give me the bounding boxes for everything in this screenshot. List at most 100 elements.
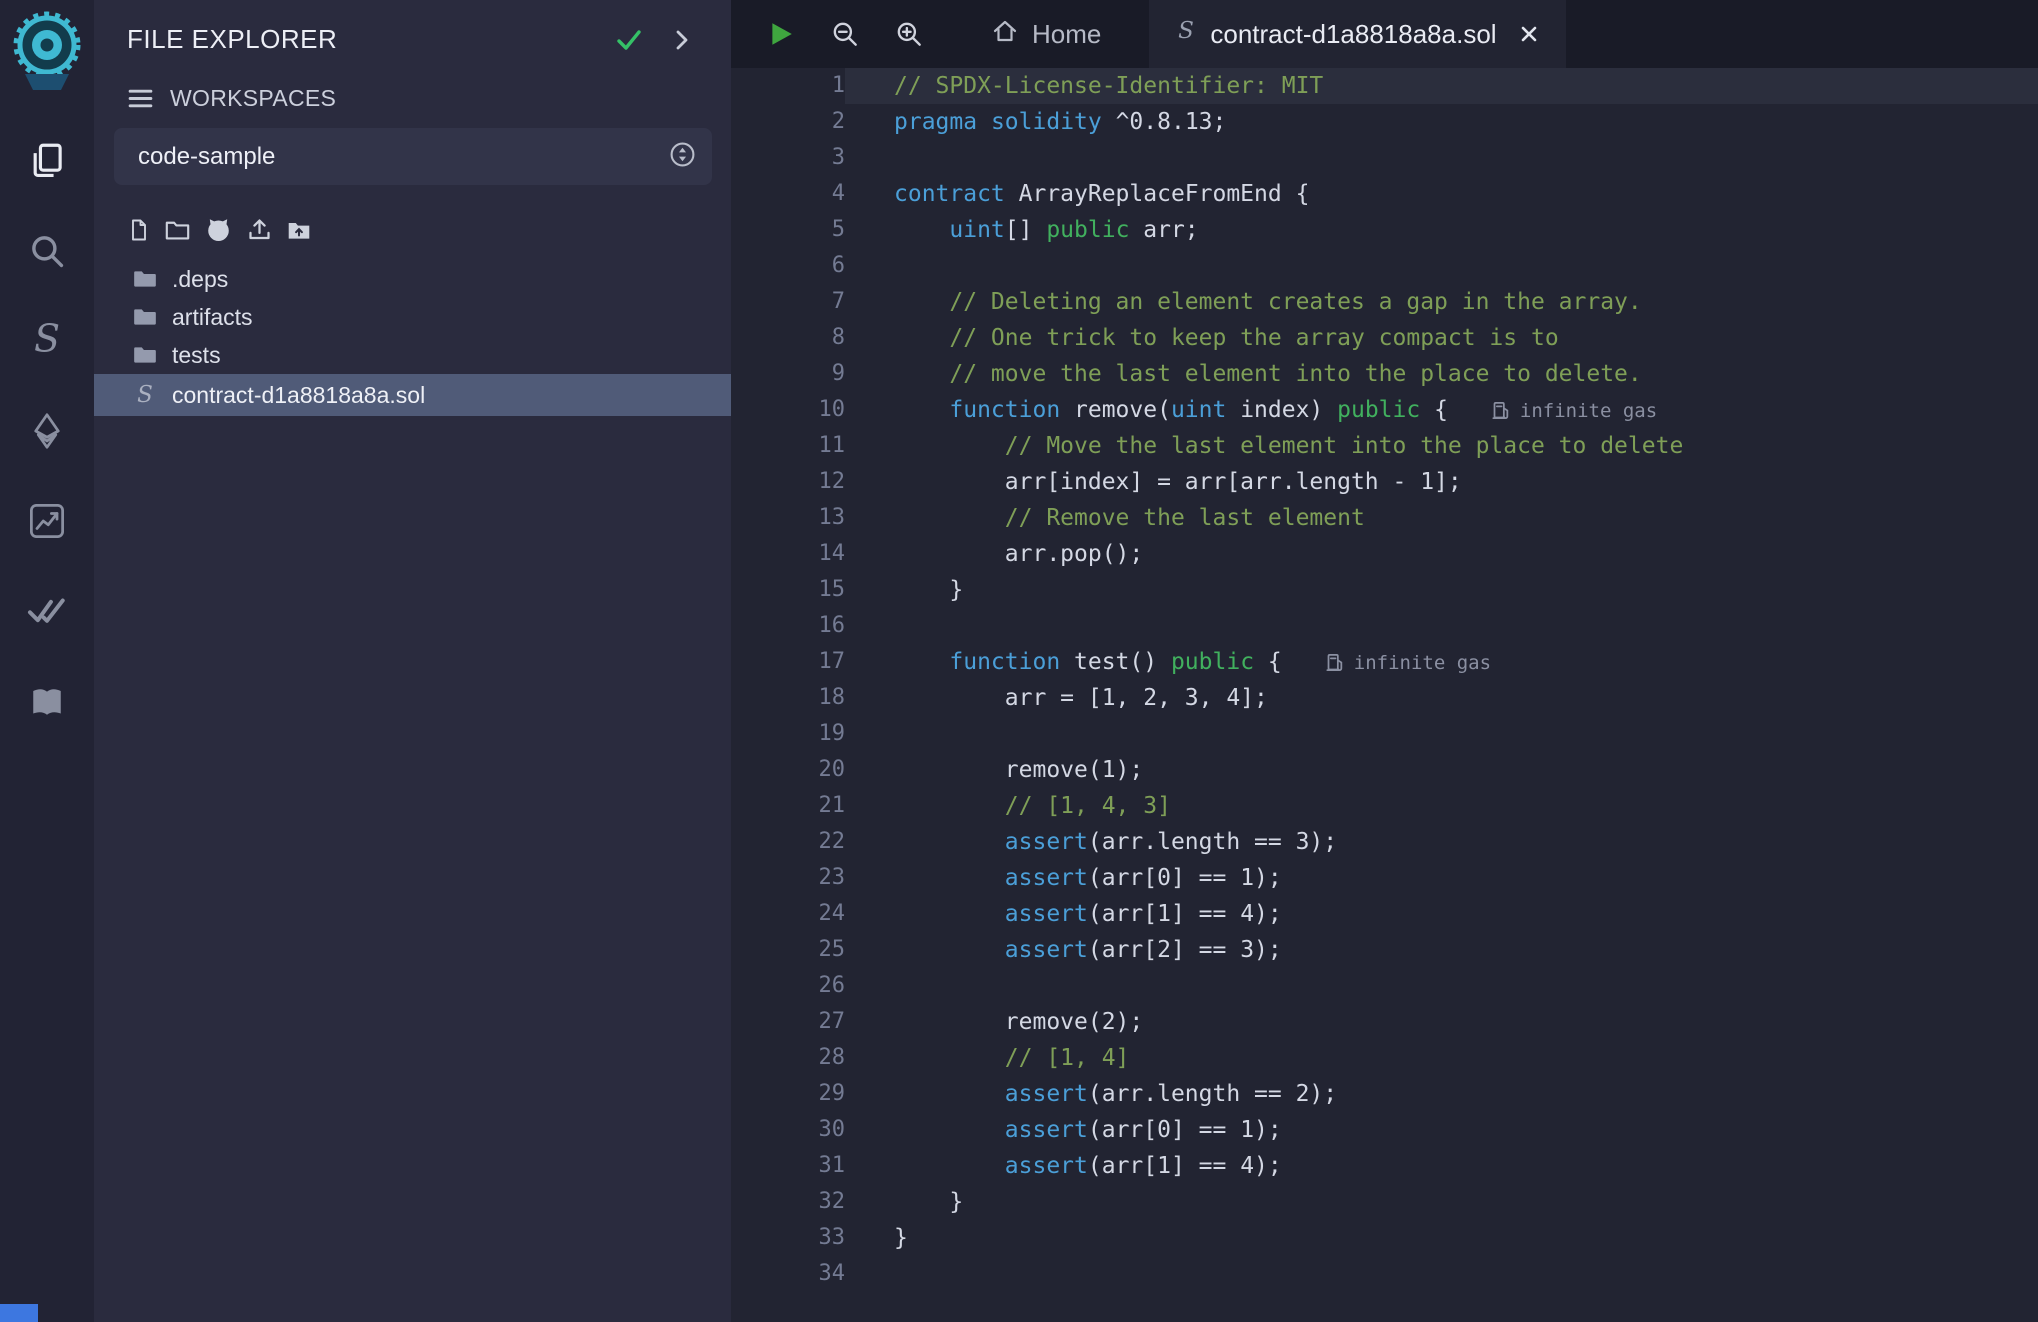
tab-contract-file[interactable]: S contract-d1a8818a8a.sol	[1149, 0, 1565, 68]
tab-home[interactable]: Home	[967, 0, 1125, 68]
code-line-content[interactable]: contract ArrayReplaceFromEnd {	[845, 176, 2038, 212]
code-line-content[interactable]: // Move the last element into the place …	[845, 428, 2038, 464]
code-line-content[interactable]: assert(arr[0] == 1);	[845, 1112, 2038, 1148]
code-line-content[interactable]: assert(arr.length == 2);	[845, 1076, 2038, 1112]
code-line-content[interactable]: assert(arr[0] == 1);	[845, 860, 2038, 896]
code-line[interactable]: 21 // [1, 4, 3]	[731, 788, 2038, 824]
code-line-content[interactable]: }	[845, 572, 2038, 608]
code-line[interactable]: 14 arr.pop();	[731, 536, 2038, 572]
remix-logo-icon[interactable]	[7, 8, 87, 99]
folder-item-deps[interactable]: .deps	[94, 260, 731, 298]
zoom-out-icon[interactable]	[817, 0, 873, 68]
svg-text:S: S	[1178, 18, 1194, 44]
folder-item-artifacts[interactable]: artifacts	[94, 298, 731, 336]
code-line[interactable]: 23 assert(arr[0] == 1);	[731, 860, 2038, 896]
folder-label: tests	[172, 342, 221, 369]
code-line-content[interactable]: arr.pop();	[845, 536, 2038, 572]
code-line-content[interactable]: assert(arr.length == 3);	[845, 824, 2038, 860]
code-line-content[interactable]: assert(arr[1] == 4);	[845, 896, 2038, 932]
analytics-rail-icon[interactable]	[25, 499, 69, 543]
code-line[interactable]: 16	[731, 608, 2038, 644]
code-line-content[interactable]: }	[845, 1220, 2038, 1256]
new-folder-icon[interactable]	[164, 216, 191, 243]
code-line[interactable]: 12 arr[index] = arr[arr.length - 1];	[731, 464, 2038, 500]
zoom-in-icon[interactable]	[881, 0, 937, 68]
code-line[interactable]: 6	[731, 248, 2038, 284]
unit-testing-rail-icon[interactable]	[25, 589, 69, 633]
code-line[interactable]: 29 assert(arr.length == 2);	[731, 1076, 2038, 1112]
code-line-content[interactable]: remove(2);	[845, 1004, 2038, 1040]
code-line-content[interactable]: arr = [1, 2, 3, 4];	[845, 680, 2038, 716]
code-line-content[interactable]: remove(1);	[845, 752, 2038, 788]
code-line[interactable]: 15 }	[731, 572, 2038, 608]
code-line[interactable]: 2pragma solidity ^0.8.13;	[731, 104, 2038, 140]
workspace-select[interactable]: code-sample	[114, 128, 712, 185]
code-line-content[interactable]	[845, 716, 2038, 752]
code-line[interactable]: 13 // Remove the last element	[731, 500, 2038, 536]
code-line-content[interactable]: // Deleting an element creates a gap in …	[845, 284, 2038, 320]
new-file-icon[interactable]	[127, 217, 151, 243]
solidity-compiler-rail-icon[interactable]: S	[25, 319, 69, 363]
upload-file-icon[interactable]	[246, 216, 273, 243]
close-tab-icon[interactable]	[1518, 23, 1540, 45]
code-line-content[interactable]: }	[845, 1184, 2038, 1220]
code-line[interactable]: 7 // Deleting an element creates a gap i…	[731, 284, 2038, 320]
code-line[interactable]: 20 remove(1);	[731, 752, 2038, 788]
code-line[interactable]: 1// SPDX-License-Identifier: MIT	[731, 68, 2038, 104]
github-icon[interactable]	[204, 215, 233, 244]
code-line-content[interactable]: arr[index] = arr[arr.length - 1];	[845, 464, 2038, 500]
file-explorer-rail-icon[interactable]	[25, 139, 69, 183]
code-line[interactable]: 31 assert(arr[1] == 4);	[731, 1148, 2038, 1184]
code-line[interactable]: 17 function test() public {infinite gas	[731, 644, 2038, 680]
code-line[interactable]: 22 assert(arr.length == 3);	[731, 824, 2038, 860]
check-icon[interactable]	[615, 26, 643, 54]
gas-badge: infinite gas	[1326, 645, 1491, 681]
code-line-content[interactable]: pragma solidity ^0.8.13;	[845, 104, 2038, 140]
plugin-manager-rail-icon[interactable]	[25, 679, 69, 723]
code-line[interactable]: 11 // Move the last element into the pla…	[731, 428, 2038, 464]
code-line[interactable]: 30 assert(arr[0] == 1);	[731, 1112, 2038, 1148]
code-line-content[interactable]: // Remove the last element	[845, 500, 2038, 536]
code-line[interactable]: 24 assert(arr[1] == 4);	[731, 896, 2038, 932]
code-line-content[interactable]: assert(arr[1] == 4);	[845, 1148, 2038, 1184]
code-line-content[interactable]	[845, 968, 2038, 1004]
code-line-content[interactable]: // move the last element into the place …	[845, 356, 2038, 392]
code-line-content[interactable]: // [1, 4, 3]	[845, 788, 2038, 824]
code-line[interactable]: 27 remove(2);	[731, 1004, 2038, 1040]
file-item-contract[interactable]: S contract-d1a8818a8a.sol	[94, 374, 731, 416]
code-line-content[interactable]	[845, 140, 2038, 176]
code-line[interactable]: 34	[731, 1256, 2038, 1292]
code-line-content[interactable]: // [1, 4]	[845, 1040, 2038, 1076]
code-line-content[interactable]: uint[] public arr;	[845, 212, 2038, 248]
code-line[interactable]: 9 // move the last element into the plac…	[731, 356, 2038, 392]
code-line-content[interactable]: function test() public {infinite gas	[845, 644, 2038, 680]
code-line[interactable]: 19	[731, 716, 2038, 752]
code-line[interactable]: 5 uint[] public arr;	[731, 212, 2038, 248]
upload-folder-icon[interactable]	[286, 217, 312, 243]
code-line-content[interactable]	[845, 608, 2038, 644]
code-editor[interactable]: 1// SPDX-License-Identifier: MIT2pragma …	[731, 68, 2038, 1322]
code-line-content[interactable]	[845, 1256, 2038, 1292]
deploy-and-run-rail-icon[interactable]	[25, 409, 69, 453]
code-line[interactable]: 33}	[731, 1220, 2038, 1256]
search-rail-icon[interactable]	[25, 229, 69, 273]
code-line-content[interactable]: function remove(uint index) public {infi…	[845, 392, 2038, 428]
code-line[interactable]: 18 arr = [1, 2, 3, 4];	[731, 680, 2038, 716]
code-line-content[interactable]: // SPDX-License-Identifier: MIT	[845, 68, 2038, 104]
code-line[interactable]: 8 // One trick to keep the array compact…	[731, 320, 2038, 356]
code-line-content[interactable]: assert(arr[2] == 3);	[845, 932, 2038, 968]
run-script-button[interactable]	[753, 0, 809, 68]
line-number: 17	[731, 644, 845, 680]
folder-item-tests[interactable]: tests	[94, 336, 731, 374]
code-line-content[interactable]	[845, 248, 2038, 284]
chevron-right-icon[interactable]	[669, 27, 695, 53]
workspaces-menu-icon[interactable]	[127, 85, 154, 112]
code-line[interactable]: 3	[731, 140, 2038, 176]
code-line-content[interactable]: // One trick to keep the array compact i…	[845, 320, 2038, 356]
code-line[interactable]: 26	[731, 968, 2038, 1004]
code-line[interactable]: 10 function remove(uint index) public {i…	[731, 392, 2038, 428]
code-line[interactable]: 28 // [1, 4]	[731, 1040, 2038, 1076]
code-line[interactable]: 32 }	[731, 1184, 2038, 1220]
code-line[interactable]: 4contract ArrayReplaceFromEnd {	[731, 176, 2038, 212]
code-line[interactable]: 25 assert(arr[2] == 3);	[731, 932, 2038, 968]
